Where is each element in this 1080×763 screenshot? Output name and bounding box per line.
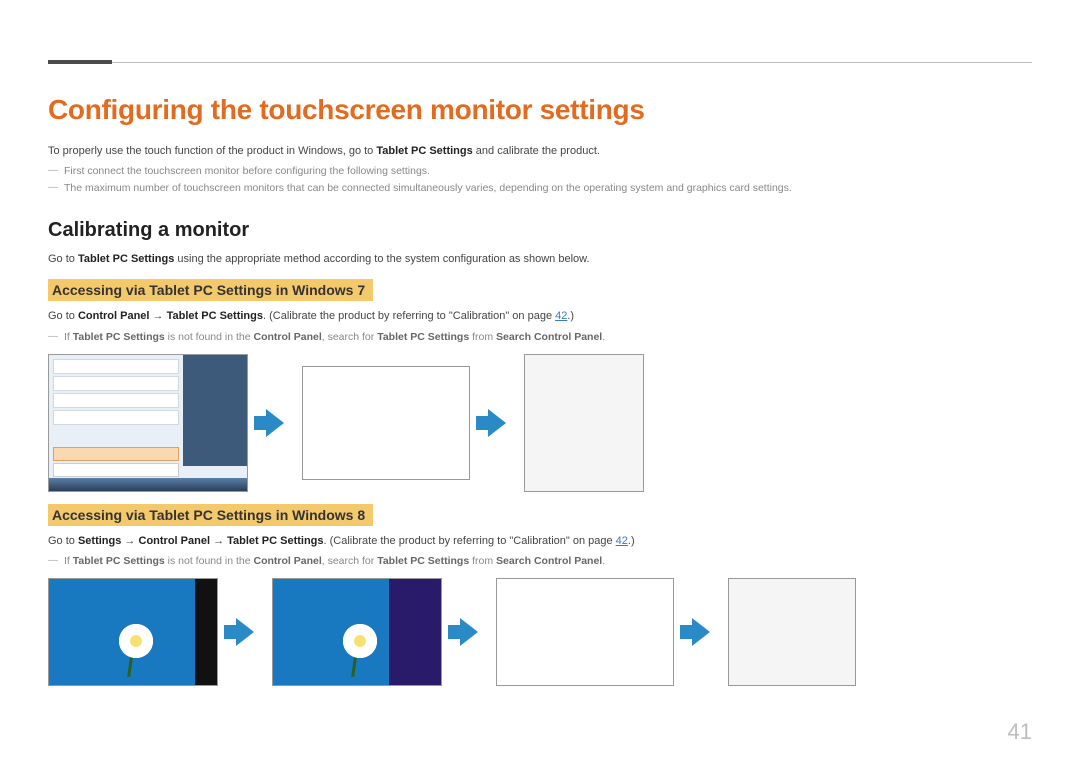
win7-screenshot-row <box>48 354 1032 492</box>
t: Tablet PC Settings <box>167 310 263 322</box>
page-number: 41 <box>1008 719 1032 745</box>
win8-screenshot-row <box>48 578 1032 686</box>
section-heading: Calibrating a monitor <box>48 219 1032 242</box>
t: Control Panel <box>253 331 321 343</box>
arrow-right-icon <box>488 409 506 437</box>
t: Go to <box>48 310 78 322</box>
t: Tablet PC Settings <box>377 555 469 567</box>
win8-instruction: Go to Settings → Control Panel → Tablet … <box>48 534 1032 549</box>
t: → <box>210 535 227 547</box>
t: . (Calibrate the product by referring to… <box>324 535 616 547</box>
text: using the appropriate method according t… <box>174 253 589 265</box>
win8-heading: Accessing via Tablet PC Settings in Wind… <box>48 504 373 526</box>
t: Search Control Panel <box>496 555 602 567</box>
t: Search Control Panel <box>496 331 602 343</box>
text: Go to <box>48 253 78 265</box>
note-item: If Tablet PC Settings is not found in th… <box>48 329 1032 346</box>
screenshot-tablet-pc-settings-dialog <box>524 354 644 492</box>
arrow-right-icon <box>236 618 254 646</box>
screenshot-settings-panel <box>272 578 442 686</box>
screenshot-tablet-pc-settings-dialog-win8 <box>728 578 856 686</box>
t: is not found in the <box>165 555 254 567</box>
top-notes: First connect the touchscreen monitor be… <box>48 163 1032 197</box>
t: . <box>602 555 605 567</box>
t: from <box>469 331 496 343</box>
t: → <box>149 310 166 322</box>
t: → <box>121 535 138 547</box>
t: from <box>469 555 496 567</box>
t: If <box>64 555 73 567</box>
text-bold: Tablet PC Settings <box>78 253 174 265</box>
intro-paragraph: To properly use the touch function of th… <box>48 144 1032 159</box>
arrow-right-icon <box>266 409 284 437</box>
t: Tablet PC Settings <box>377 331 469 343</box>
t: . <box>602 331 605 343</box>
screenshot-control-panel <box>302 366 470 480</box>
t: , search for <box>322 555 377 567</box>
t: . (Calibrate the product by referring to… <box>263 310 555 322</box>
win7-note: If Tablet PC Settings is not found in th… <box>48 329 1032 346</box>
horizontal-rule <box>48 62 1032 63</box>
arrow-right-icon <box>692 618 710 646</box>
intro-bold: Tablet PC Settings <box>376 145 472 157</box>
note-item: If Tablet PC Settings is not found in th… <box>48 553 1032 570</box>
page-link[interactable]: 42 <box>616 535 628 547</box>
win7-heading: Accessing via Tablet PC Settings in Wind… <box>48 279 373 301</box>
t: .) <box>567 310 574 322</box>
section-marker <box>48 60 112 64</box>
page-title: Configuring the touchscreen monitor sett… <box>48 94 1032 126</box>
screenshot-desktop-charms <box>48 578 218 686</box>
t: Tablet PC Settings <box>227 535 323 547</box>
win7-instruction: Go to Control Panel → Tablet PC Settings… <box>48 309 1032 324</box>
screenshot-start-menu <box>48 354 248 492</box>
intro-post: and calibrate the product. <box>473 145 600 157</box>
win8-note: If Tablet PC Settings is not found in th… <box>48 553 1032 570</box>
t: Go to <box>48 535 78 547</box>
t: Control Panel <box>139 535 211 547</box>
t: Tablet PC Settings <box>73 555 165 567</box>
intro-text: To properly use the touch function of th… <box>48 145 376 157</box>
t: is not found in the <box>165 331 254 343</box>
arrow-right-icon <box>460 618 478 646</box>
t: Settings <box>78 535 121 547</box>
t: If <box>64 331 73 343</box>
t: Tablet PC Settings <box>73 331 165 343</box>
note-item: The maximum number of touchscreen monito… <box>48 180 1032 197</box>
screenshot-control-panel-win8 <box>496 578 674 686</box>
section-intro: Go to Tablet PC Settings using the appro… <box>48 252 1032 267</box>
t: .) <box>628 535 635 547</box>
t: Control Panel <box>78 310 150 322</box>
page-link[interactable]: 42 <box>555 310 567 322</box>
t: , search for <box>322 331 377 343</box>
note-item: First connect the touchscreen monitor be… <box>48 163 1032 180</box>
t: Control Panel <box>253 555 321 567</box>
